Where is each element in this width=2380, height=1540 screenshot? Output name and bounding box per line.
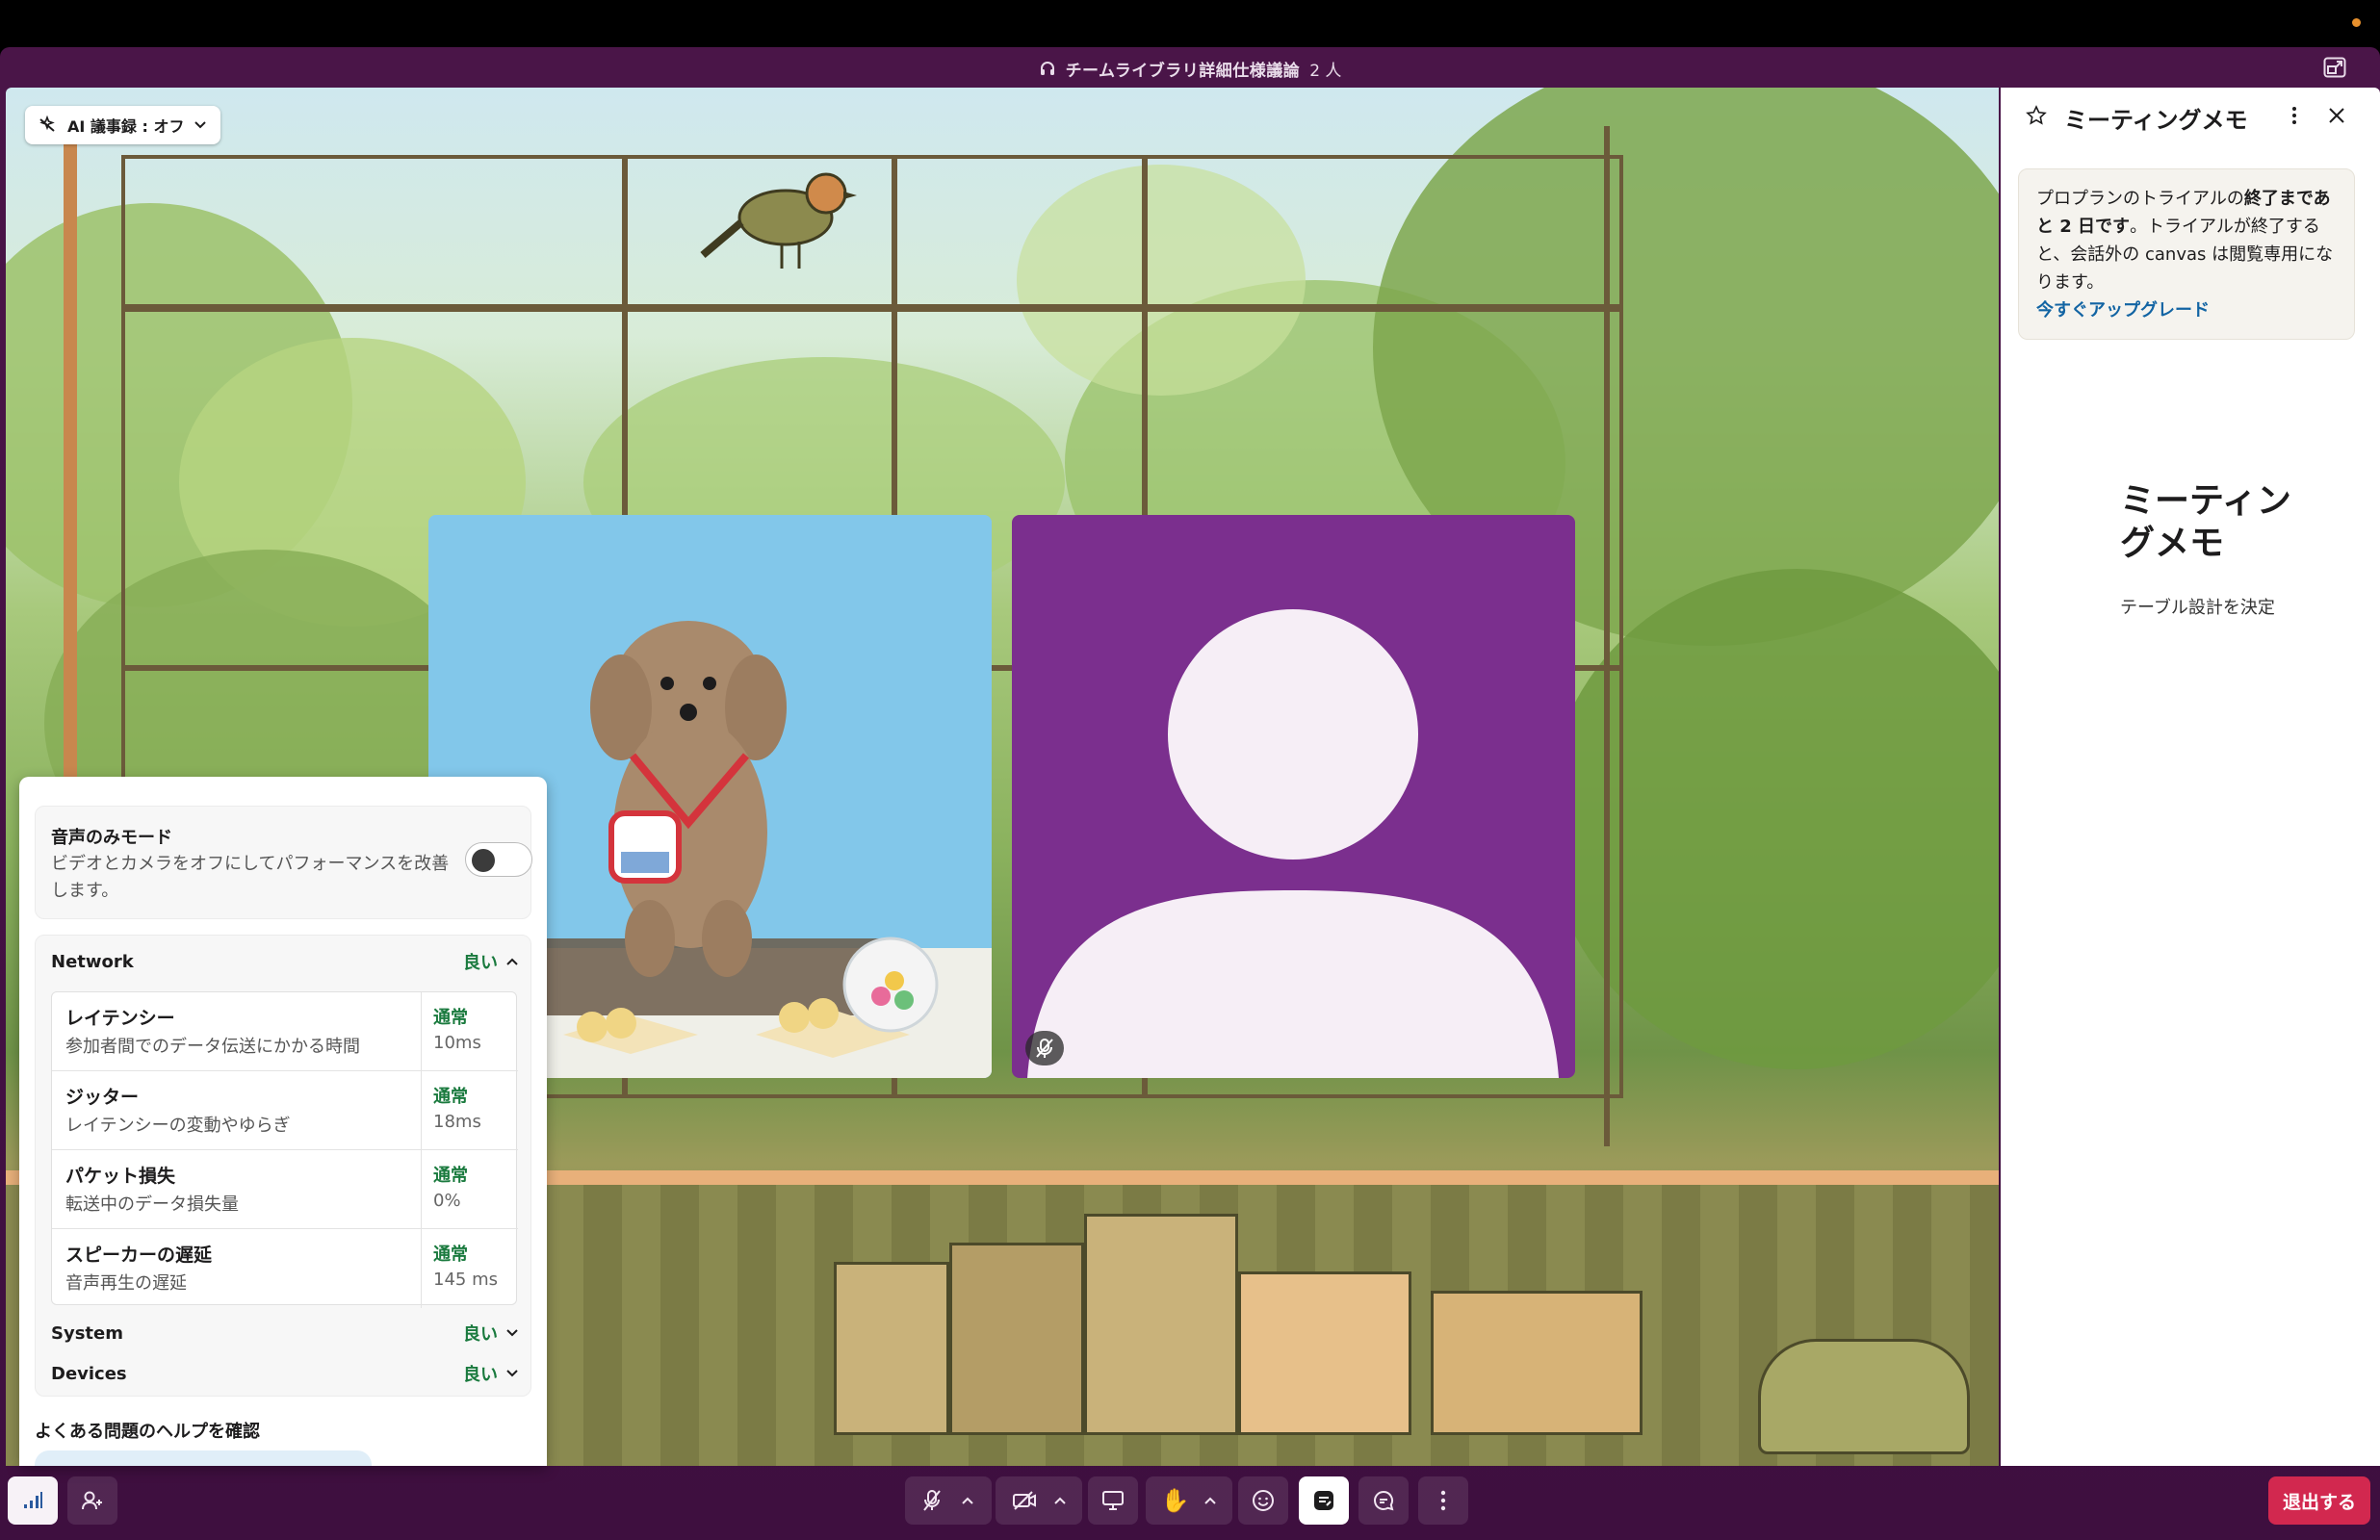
- microphone-off-icon: [1035, 1038, 1054, 1059]
- metric-description: 音声再生の遅延: [65, 1273, 187, 1294]
- network-section: Network 良い レイテンシー 参加者間でのデータ伝送にかかる時間 通常 1…: [35, 935, 531, 1397]
- connection-stats-button[interactable]: [8, 1476, 58, 1525]
- metric-value: 10ms: [433, 1033, 481, 1053]
- trial-text-1: プロプランのトライアルの: [2036, 189, 2244, 209]
- leave-huddle-button[interactable]: 退出する: [2268, 1476, 2370, 1525]
- camera-off-icon[interactable]: [1012, 1490, 1037, 1511]
- metric-description: レイテンシーの変動やゆらぎ: [65, 1116, 291, 1136]
- metric-value: 145 ms: [433, 1270, 498, 1290]
- metric-value: 0%: [433, 1191, 461, 1211]
- metric-description: 参加者間でのデータ伝送にかかる時間: [65, 1037, 360, 1057]
- audio-only-toggle[interactable]: [465, 842, 532, 877]
- bird-illustration: [699, 145, 872, 280]
- network-label: Network: [51, 951, 134, 972]
- more-vertical-icon: [1439, 1489, 1447, 1512]
- muted-indicator: [1025, 1031, 1064, 1065]
- toggle-knob: [472, 849, 495, 872]
- headphones-icon: [1039, 60, 1056, 77]
- metric-row-jitter: ジッター レイテンシーの変動やゆらぎ 通常 18ms: [52, 1071, 518, 1150]
- connection-status-panel: 音声のみモード ビデオとカメラをオフにしてパフォーマンスを改善します。 Netw…: [19, 777, 547, 1466]
- microphone-control[interactable]: [905, 1476, 992, 1525]
- avatar: [1012, 515, 1575, 1078]
- monitor-icon: [1101, 1490, 1125, 1511]
- ai-sparkle-off-icon: [37, 116, 58, 135]
- huddle-title: チームライブラリ詳細仕様議論: [1065, 61, 1301, 81]
- metric-status: 通常: [433, 1166, 468, 1186]
- raised-hand-icon[interactable]: ✋: [1161, 1489, 1190, 1512]
- notes-button[interactable]: [1299, 1476, 1349, 1525]
- signal-bars-icon: [22, 1491, 43, 1510]
- star-icon[interactable]: [2026, 105, 2047, 126]
- metric-name: スピーカーの遅延: [65, 1245, 213, 1266]
- network-status: 良い: [463, 953, 498, 973]
- emoji-icon: [1252, 1489, 1275, 1512]
- camera-control[interactable]: [996, 1476, 1082, 1525]
- system-status: 良い: [463, 1324, 498, 1345]
- system-label: System: [51, 1322, 123, 1344]
- notification-dot: [2352, 18, 2361, 27]
- reactions-button[interactable]: [1238, 1476, 1288, 1525]
- notes-icon: [1312, 1489, 1335, 1512]
- devices-header[interactable]: Devices 良い: [51, 1359, 519, 1388]
- canvas-body-text[interactable]: テーブル設計を決定: [2120, 594, 2275, 619]
- metric-status: 通常: [433, 1008, 468, 1028]
- more-vertical-icon[interactable]: [2289, 105, 2299, 126]
- popout-button[interactable]: [2318, 53, 2351, 82]
- devices-status: 良い: [463, 1365, 498, 1385]
- chevron-up-icon[interactable]: [961, 1496, 974, 1505]
- network-metrics-table: レイテンシー 参加者間でのデータ伝送にかかる時間 通常 10ms ジッター レイ…: [51, 991, 518, 1308]
- chevron-up-icon[interactable]: [1053, 1496, 1067, 1505]
- chevron-down-icon: [505, 1328, 519, 1338]
- metric-row-packet-loss: パケット損失 転送中のデータ損失量 通常 0%: [52, 1150, 518, 1229]
- chevron-down-icon: [194, 120, 207, 130]
- chevron-down-icon: [505, 1369, 519, 1378]
- notes-header: ミーティングメモ: [2001, 88, 2380, 145]
- microphone-off-icon[interactable]: [922, 1489, 942, 1512]
- system-menu-bar: [0, 0, 2380, 47]
- participant-count: 2 人: [1309, 61, 1342, 81]
- upgrade-link[interactable]: 今すぐアップグレード: [2036, 300, 2210, 321]
- metric-description: 転送中のデータ損失量: [65, 1194, 239, 1215]
- more-options-button[interactable]: [1418, 1476, 1468, 1525]
- trial-notice: プロプランのトライアルの終了まであと 2 日です。トライアルが終了すると、会話外…: [2018, 168, 2355, 340]
- metric-value: 18ms: [433, 1112, 481, 1132]
- chevron-up-icon: [505, 957, 519, 966]
- add-people-button[interactable]: [67, 1476, 117, 1525]
- metric-name: ジッター: [65, 1087, 140, 1108]
- huddle-title-bar: チームライブラリ詳細仕様議論 2 人: [0, 47, 2380, 90]
- close-icon[interactable]: [2326, 105, 2347, 126]
- chevron-up-icon[interactable]: [1203, 1496, 1217, 1505]
- metric-name: パケット損失: [65, 1166, 176, 1187]
- ai-notes-label: AI 議事録 : オフ: [67, 117, 185, 136]
- chat-bubble-icon: [1372, 1489, 1395, 1512]
- raise-hand-control[interactable]: ✋: [1146, 1476, 1232, 1525]
- thread-button[interactable]: [1358, 1476, 1409, 1525]
- share-screen-button[interactable]: [1088, 1476, 1138, 1525]
- network-header[interactable]: Network 良い: [51, 947, 519, 976]
- ai-notes-toggle[interactable]: AI 議事録 : オフ: [25, 106, 221, 144]
- metric-name: レイテンシー: [65, 1008, 175, 1029]
- metric-status: 通常: [433, 1245, 468, 1265]
- metric-row-latency: レイテンシー 参加者間でのデータ伝送にかかる時間 通常 10ms: [52, 992, 518, 1071]
- audio-only-mode-card: 音声のみモード ビデオとカメラをオフにしてパフォーマンスを改善します。: [35, 806, 532, 919]
- help-title: よくある問題のヘルプを確認: [35, 1422, 260, 1442]
- metric-status: 通常: [433, 1087, 468, 1107]
- devices-label: Devices: [51, 1363, 127, 1384]
- audio-only-description: ビデオとカメラをオフにしてパフォーマンスを改善します。: [51, 854, 450, 901]
- add-person-icon: [81, 1490, 104, 1511]
- system-header[interactable]: System 良い: [51, 1319, 519, 1348]
- meeting-notes-panel: ミーティングメモ プロプランのトライアルの終了まであと 2 日です。トライアルが…: [2001, 88, 2380, 1466]
- popout-icon: [2323, 57, 2346, 78]
- metric-row-speaker-delay: スピーカーの遅延 音声再生の遅延 通常 145 ms: [52, 1229, 518, 1308]
- help-suggestion-chip[interactable]: [35, 1450, 372, 1466]
- audio-only-title: 音声のみモード: [51, 828, 172, 848]
- participant-avatar-tile[interactable]: [1012, 515, 1575, 1078]
- notes-title: ミーティングメモ: [2064, 107, 2248, 134]
- canvas-heading[interactable]: ミーティングメモ: [2120, 480, 2313, 565]
